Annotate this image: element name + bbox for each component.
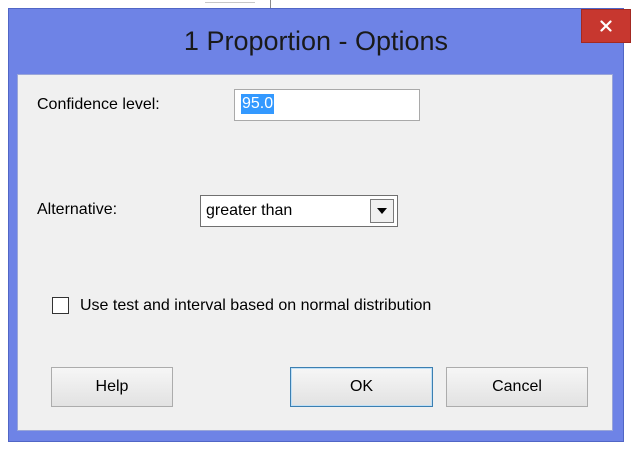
normal-distribution-checkbox[interactable]	[52, 297, 69, 314]
title-bar[interactable]: 1 Proportion - Options	[9, 9, 623, 74]
confidence-level-value: 95.0	[241, 94, 275, 114]
options-dialog: 1 Proportion - Options Confidence level:…	[8, 8, 631, 442]
dialog-body: Confidence level: 95.0 Alternative: grea…	[17, 74, 613, 431]
cancel-button[interactable]: Cancel	[446, 367, 588, 407]
help-button[interactable]: Help	[51, 367, 173, 407]
dropdown-button[interactable]	[370, 199, 394, 223]
ok-button[interactable]: OK	[290, 367, 433, 407]
alternative-select[interactable]: greater than	[200, 195, 398, 227]
normal-distribution-label[interactable]: Use test and interval based on normal di…	[80, 297, 431, 315]
alternative-selected-value: greater than	[206, 202, 293, 219]
dialog-title: 1 Proportion - Options	[183, 26, 449, 56]
background-divider	[205, 2, 255, 3]
confidence-level-input[interactable]: 95.0	[234, 89, 420, 121]
close-button[interactable]	[581, 9, 631, 43]
screen: 1 Proportion - Options Confidence level:…	[0, 0, 634, 451]
close-icon	[600, 20, 612, 32]
alternative-label: Alternative:	[37, 201, 118, 218]
chevron-down-icon	[377, 208, 387, 214]
confidence-level-label: Confidence level:	[37, 96, 160, 113]
